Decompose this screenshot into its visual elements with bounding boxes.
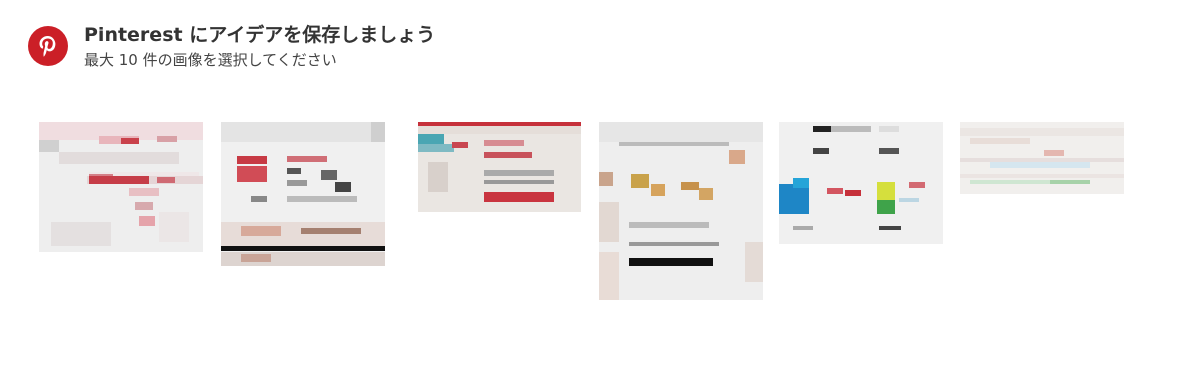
page-subtitle: 最大 10 件の画像を選択してください — [84, 51, 337, 69]
image-thumb-5[interactable] — [779, 122, 943, 244]
image-thumb-4[interactable] — [599, 122, 763, 300]
image-thumb-3[interactable] — [418, 122, 581, 212]
image-thumb-2[interactable] — [221, 122, 385, 266]
pinterest-logo-icon — [28, 26, 68, 66]
image-thumb-1[interactable] — [39, 122, 203, 252]
image-thumb-6[interactable] — [960, 122, 1124, 194]
header: Pinterest にアイデアを保存しましょう 最大 10 件の画像を選択してく… — [28, 22, 435, 71]
page-title: Pinterest にアイデアを保存しましょう — [84, 24, 436, 46]
